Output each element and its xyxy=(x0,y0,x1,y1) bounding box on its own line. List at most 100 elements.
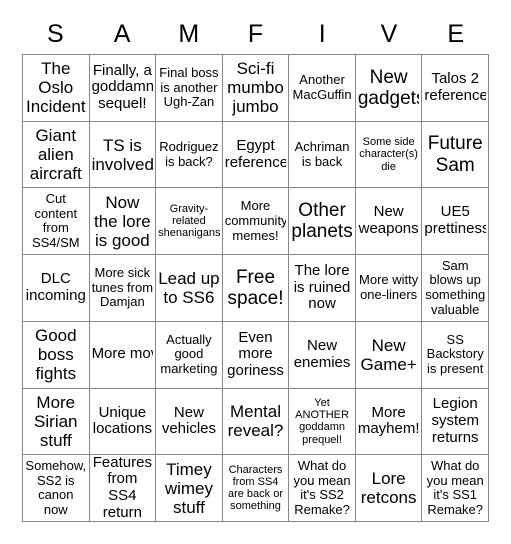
bingo-card: S A M F I V E The Oslo Incident Finally, a godd… xyxy=(0,0,511,544)
bingo-cell-label: Lore retcons xyxy=(360,469,417,508)
bingo-cell-label: Sam blows up something valuable xyxy=(425,258,486,317)
bingo-cell-label: Somehow, SS2 is canon now xyxy=(25,459,87,517)
bingo-cell-label: More moveme xyxy=(91,346,154,363)
bingo-cell-label: More mayhem! xyxy=(357,404,420,438)
bingo-cell-label: New vehicles xyxy=(161,404,217,438)
bingo-cell-r5-c3[interactable]: Mental reveal? xyxy=(222,388,290,456)
bingo-cell-r0-c5[interactable]: New gadgets xyxy=(355,55,423,122)
bingo-header-letter-0: S xyxy=(47,19,64,48)
bingo-cell-r4-c3[interactable]: Even more goriness xyxy=(222,321,290,389)
bingo-cell-r4-c2[interactable]: Actually good marketing xyxy=(156,321,223,389)
bingo-cell-r6-c1[interactable]: Features from SS4 return xyxy=(89,455,157,522)
bingo-cell-r5-c2[interactable]: New vehicles xyxy=(156,388,223,456)
bingo-cell-r3-c6[interactable]: Sam blows up something valuable xyxy=(422,255,489,322)
bingo-cell-label: Rodriguez is back? xyxy=(159,140,219,169)
bingo-cell-label: New Game+ xyxy=(360,335,417,374)
bingo-header-letter-6: E xyxy=(447,19,465,48)
bingo-cell-label: Free space! xyxy=(227,266,284,309)
bingo-cell-label: New weapons xyxy=(358,204,419,238)
bingo-cell-label: Characters from SS4 are back or somethin… xyxy=(227,463,283,513)
bingo-cell-r4-c4[interactable]: New enemies xyxy=(289,321,356,389)
bingo-cell-r1-c2[interactable]: Rodriguez is back? xyxy=(156,121,223,189)
bingo-cell-r3-c2[interactable]: Lead up to SS6 xyxy=(156,255,223,322)
bingo-cell-r2-c3[interactable]: More community memes! xyxy=(222,188,290,256)
bingo-header-row: SAMFIVE xyxy=(22,14,489,54)
bingo-cell-r1-c1[interactable]: TS is involved xyxy=(89,121,157,189)
bingo-cell-r2-c0[interactable]: Cut content from SS4/SM xyxy=(23,188,90,256)
bingo-cell-label: More community memes! xyxy=(224,199,287,243)
bingo-cell-r4-c0[interactable]: Good boss fights xyxy=(23,321,90,389)
bingo-cell-label: Sci-fi mumbo jumbo xyxy=(227,59,284,117)
bingo-cell-r5-c6[interactable]: Legion system returns xyxy=(422,388,489,456)
bingo-cell-label: Another MacGuffin xyxy=(292,73,352,102)
bingo-cell-label: Gravity-related shenanigans xyxy=(158,202,220,240)
bingo-cell-r1-c5[interactable]: Some side character(s) die xyxy=(355,121,423,189)
bingo-cell-label: Yet ANOTHER goddamn prequel! xyxy=(295,396,349,446)
bingo-cell-r1-c4[interactable]: Achriman is back xyxy=(289,121,356,189)
bingo-cell-label: Egypt reference xyxy=(224,137,287,171)
bingo-cell-label: SS Backstory is present xyxy=(426,332,484,376)
bingo-cell-r3-c1[interactable]: More sick tunes from Damjan xyxy=(89,255,157,322)
bingo-cell-label: Cut content from SS4/SM xyxy=(31,192,80,250)
bingo-cell-label: Mental reveal? xyxy=(227,402,284,441)
bingo-cell-label: DLC incoming xyxy=(25,271,86,304)
bingo-cell-label: Even more goriness xyxy=(227,329,284,380)
bingo-cell-label: Achriman is back xyxy=(294,140,350,169)
bingo-cell-label: Giant alien aircraft xyxy=(29,126,82,184)
bingo-cell-r6-c5[interactable]: Lore retcons xyxy=(355,455,423,522)
bingo-cell-r6-c0[interactable]: Somehow, SS2 is canon now xyxy=(23,455,90,522)
bingo-cell-r6-c4[interactable]: What do you mean it's SS2 Remake? xyxy=(289,455,356,522)
bingo-cell-r1-c6[interactable]: Future Sam xyxy=(422,121,489,189)
bingo-header-letter-1: A xyxy=(113,19,131,48)
bingo-cell-r6-c3[interactable]: Characters from SS4 are back or somethin… xyxy=(222,455,290,522)
bingo-cell-label: Good boss fights xyxy=(34,326,77,384)
bingo-cell-label: Features from SS4 return xyxy=(92,455,152,521)
bingo-cell-r2-c6[interactable]: UE5 prettiness xyxy=(422,188,489,256)
bingo-cell-r3-c3[interactable]: Free space! xyxy=(222,255,290,322)
bingo-cell-r4-c6[interactable]: SS Backstory is present xyxy=(422,321,489,389)
bingo-grid: The Oslo Incident Finally, a goddamn sequ… xyxy=(22,54,489,522)
bingo-cell-label: Timey wimey stuff xyxy=(164,459,213,517)
bingo-cell-r0-c6[interactable]: Talos 2 reference xyxy=(422,55,489,122)
bingo-cell-r4-c1[interactable]: More moveme xyxy=(89,321,157,389)
bingo-cell-label: Lead up to SS6 xyxy=(158,268,220,307)
bingo-cell-label: Now the lore is good xyxy=(94,192,151,250)
bingo-cell-r1-c0[interactable]: Giant alien aircraft xyxy=(23,121,90,189)
bingo-cell-r3-c4[interactable]: The lore is ruined now xyxy=(289,255,356,322)
bingo-cell-label: Actually good marketing xyxy=(160,332,218,376)
bingo-cell-r0-c3[interactable]: Sci-fi mumbo jumbo xyxy=(222,55,290,122)
bingo-cell-r5-c0[interactable]: More Sirian stuff xyxy=(23,388,90,456)
bingo-cell-r2-c5[interactable]: New weapons xyxy=(355,188,423,256)
bingo-cell-label: TS is involved xyxy=(91,135,154,174)
bingo-header-letter-3: F xyxy=(247,19,264,48)
bingo-cell-r4-c5[interactable]: New Game+ xyxy=(355,321,423,389)
bingo-cell-r2-c4[interactable]: Other planets xyxy=(289,188,356,256)
bingo-cell-r1-c3[interactable]: Egypt reference xyxy=(222,121,290,189)
bingo-header-letter-4: I xyxy=(318,19,326,48)
bingo-cell-label: The lore is ruined now xyxy=(293,262,351,313)
bingo-cell-r2-c1[interactable]: Now the lore is good xyxy=(89,188,157,256)
bingo-cell-label: Some side character(s) die xyxy=(359,136,418,173)
bingo-cell-r5-c1[interactable]: Unique locations xyxy=(89,388,157,456)
bingo-cell-r5-c5[interactable]: More mayhem! xyxy=(355,388,423,456)
bingo-cell-label: Final boss is another Ugh-Zan xyxy=(159,66,219,110)
bingo-cell-label: Future Sam xyxy=(427,133,483,176)
bingo-cell-label: More sick tunes from Damjan xyxy=(91,266,154,310)
bingo-cell-r6-c6[interactable]: What do you mean it's SS1 Remake? xyxy=(422,455,489,522)
bingo-cell-r3-c0[interactable]: DLC incoming xyxy=(23,255,90,322)
bingo-cell-label: Finally, a goddamn sequel! xyxy=(91,62,154,113)
bingo-cell-r5-c4[interactable]: Yet ANOTHER goddamn prequel! xyxy=(289,388,356,456)
bingo-cell-r6-c2[interactable]: Timey wimey stuff xyxy=(156,455,223,522)
bingo-cell-label: More witty one-liners xyxy=(359,273,419,302)
bingo-cell-r0-c0[interactable]: The Oslo Incident xyxy=(23,55,90,122)
bingo-cell-r3-c5[interactable]: More witty one-liners xyxy=(355,255,423,322)
bingo-cell-label: UE5 prettiness xyxy=(424,204,486,238)
bingo-cell-r2-c2[interactable]: Gravity-related shenanigans xyxy=(156,188,223,256)
bingo-cell-r0-c4[interactable]: Another MacGuffin xyxy=(289,55,356,122)
bingo-cell-r0-c1[interactable]: Finally, a goddamn sequel! xyxy=(89,55,157,122)
bingo-cell-label: What do you mean it's SS2 Remake? xyxy=(293,459,351,517)
bingo-cell-label: Talos 2 reference xyxy=(424,71,486,104)
bingo-cell-r0-c2[interactable]: Final boss is another Ugh-Zan xyxy=(156,55,223,122)
bingo-cell-label: The Oslo Incident xyxy=(26,59,86,117)
bingo-cell-label: More Sirian stuff xyxy=(34,392,78,450)
